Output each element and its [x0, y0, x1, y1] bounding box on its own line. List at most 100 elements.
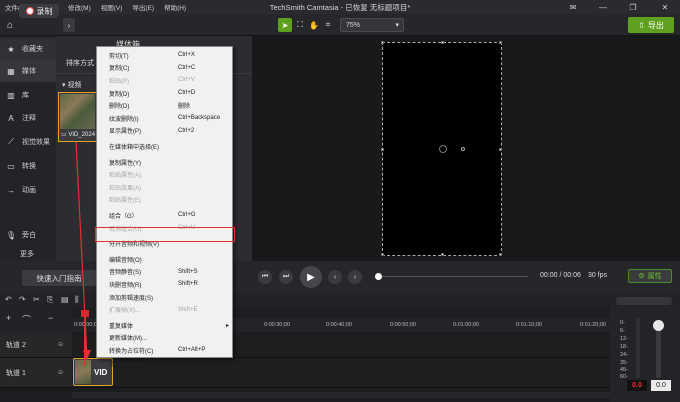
context-menu-item[interactable]: 重复媒体 ▸ [97, 319, 232, 332]
context-menu-item[interactable]: 块删音频(R) Shift+R [97, 278, 232, 291]
edit-points-icon[interactable]: ⛶ [293, 18, 307, 32]
context-menu-item[interactable]: 复制属性(Y) [97, 156, 232, 169]
menu-item-shortcut: Ctrl+X [178, 52, 195, 59]
home-icon[interactable]: ⌂ [4, 18, 16, 32]
minimize-icon[interactable]: — [588, 0, 618, 14]
properties-button[interactable]: ⚙ 属性 [628, 269, 672, 283]
context-menu-item[interactable]: 编辑音频(O) [97, 253, 232, 266]
track-header-1[interactable]: 轨道 1 ⊝ [0, 358, 72, 388]
resize-handle[interactable] [381, 253, 384, 256]
playhead[interactable] [84, 316, 86, 366]
context-menu-item[interactable]: 音频静音(S) Shift+S [97, 266, 232, 279]
resize-handle[interactable] [441, 41, 444, 44]
export-button[interactable]: ⇧ 导出 [628, 17, 674, 33]
menu-item-shortcut: Shift+S [178, 268, 198, 275]
record-button[interactable]: 录制 [19, 4, 59, 18]
timeline-zoom-slider[interactable] [616, 297, 672, 305]
sidebar-item-visual-effects[interactable]: ⟋ 视觉效果 [0, 131, 56, 153]
context-menu-item[interactable]: 添加到库(A) Ctrl+Shift+A [97, 357, 232, 370]
context-menu-item: 粘贴(P) Ctrl+V [97, 74, 232, 87]
paste-icon[interactable]: ▤ [61, 295, 69, 304]
context-menu-item[interactable]: 添加剪辑速度(S) [97, 291, 232, 304]
pan-tool-icon[interactable]: ✋ [307, 18, 321, 32]
resize-handle[interactable] [499, 253, 502, 256]
undo-icon[interactable]: ↶ [5, 295, 12, 304]
sidebar-item-voice-narration[interactable]: 🎙 旁白 [0, 224, 56, 246]
media-clip-thumbnail[interactable]: ▭ VID_2024 [58, 92, 98, 142]
menu-modify[interactable]: 修改(M) [63, 2, 96, 12]
sidebar-item-media[interactable]: ▦ 媒体 [0, 60, 56, 82]
context-menu-item[interactable]: 在媒体箱中选择(E) [97, 140, 232, 153]
video-section-header[interactable]: ▾ 视频 [62, 80, 81, 90]
canvas[interactable] [381, 41, 502, 256]
context-menu-item[interactable]: 复制(C) Ctrl+C [97, 62, 232, 75]
copy-icon[interactable]: ⎘ [47, 295, 53, 305]
redo-icon[interactable]: ↷ [19, 295, 26, 304]
more-button[interactable]: 更多 [20, 249, 34, 259]
sidebar-item-favorites[interactable]: ★ 收藏夹 [0, 38, 56, 60]
menu-export[interactable]: 导出(E) [127, 2, 159, 12]
context-menu-item[interactable]: 纹波删除(I) Ctrl+Backspace [97, 112, 232, 125]
anchor-point-icon[interactable] [461, 147, 465, 151]
context-menu-item[interactable]: 删除(D) 删除 [97, 99, 232, 112]
meter-label: 35- [620, 360, 628, 366]
sidebar-item-transitions[interactable]: ▭ 转换 [0, 155, 56, 177]
scrub-bar[interactable] [378, 276, 528, 277]
microphone-icon: 🎙 [6, 230, 17, 240]
sidebar-item-label: 收藏夹 [22, 46, 43, 53]
lock-icon[interactable]: ⊝ [58, 341, 63, 348]
split-icon[interactable]: ⫼ [75, 295, 79, 305]
track-label: 轨道 2 [6, 341, 26, 349]
resize-handle[interactable] [499, 41, 502, 44]
gear-icon: ⚙ [638, 273, 645, 280]
zoom-out-icon[interactable]: − [48, 313, 53, 323]
volume-db-input[interactable]: 0.0 [651, 380, 671, 391]
add-track-icon[interactable]: + [6, 313, 11, 323]
track-header-2[interactable]: 轨道 2 ⊝ [0, 332, 72, 358]
context-menu-item[interactable]: 组合（G） Ctrl+G [97, 209, 232, 222]
step-back-icon[interactable]: ⏮ [258, 270, 272, 284]
rotation-icon[interactable] [439, 145, 447, 153]
ruler-tick-label: 0:01:20;00 [580, 322, 606, 328]
scrub-handle[interactable] [375, 273, 382, 280]
zoom-select[interactable]: 75% ▾ [340, 18, 404, 32]
menu-item-shortcut: Ctrl+G [178, 212, 196, 219]
sidebar-item-library[interactable]: ▥ 库 [0, 84, 56, 106]
pointer-tool-icon[interactable]: ➤ [278, 18, 292, 32]
menu-item-label: 音频静音(S) [109, 270, 141, 277]
previous-icon[interactable]: ‹ [328, 270, 342, 284]
resize-handle[interactable] [381, 41, 384, 44]
meter-label: 24- [620, 352, 628, 358]
menu-item-label: 删除(D) [109, 104, 130, 111]
play-icon[interactable]: ▶ [300, 266, 322, 288]
context-menu-item[interactable]: 更新媒体(M)... [97, 332, 232, 345]
notifications-icon[interactable]: ✉ [558, 0, 588, 14]
library-icon: ▥ [7, 90, 15, 100]
step-forward-icon[interactable]: ⏭ [279, 270, 293, 284]
maximize-icon[interactable]: ❐ [618, 0, 648, 14]
volume-slider-handle[interactable] [653, 320, 664, 331]
menu-help[interactable]: 帮助(H) [159, 2, 191, 12]
context-menu-item[interactable]: 转换为占位符(C) Ctrl+Alt+P [97, 344, 232, 357]
quick-start-guide-button[interactable]: 快速入门指南 [22, 270, 96, 286]
menu-view[interactable]: 视图(V) [96, 2, 128, 12]
crop-tool-icon[interactable]: ⌗ [321, 18, 335, 32]
context-menu-item[interactable]: 显示属性(P) Ctrl+2 [97, 125, 232, 138]
menu-item-shortcut: Ctrl+Alt+P [178, 347, 206, 354]
chevron-right-icon[interactable]: › [63, 18, 75, 32]
resize-handle[interactable] [441, 253, 444, 256]
context-menu-item[interactable]: 复制(D) Ctrl+D [97, 87, 232, 100]
close-icon[interactable]: ✕ [650, 0, 680, 14]
resize-handle[interactable] [499, 148, 502, 151]
resize-handle[interactable] [381, 148, 384, 151]
timeline-scrollbar[interactable] [72, 392, 610, 398]
sort-by-button[interactable]: 排序方式 [66, 58, 94, 68]
next-icon[interactable]: › [348, 270, 362, 284]
sidebar-item-animations[interactable]: → 动画 [0, 179, 56, 201]
lock-icon[interactable]: ⊝ [58, 369, 63, 376]
context-menu-item[interactable]: 剪切(T) Ctrl+X [97, 49, 232, 62]
sidebar-item-annotations[interactable]: A 注释 [0, 107, 56, 129]
clip-preview-image [60, 94, 95, 129]
magnet-icon[interactable]: ⌒ [22, 313, 31, 326]
cut-icon[interactable]: ✂ [33, 295, 40, 304]
